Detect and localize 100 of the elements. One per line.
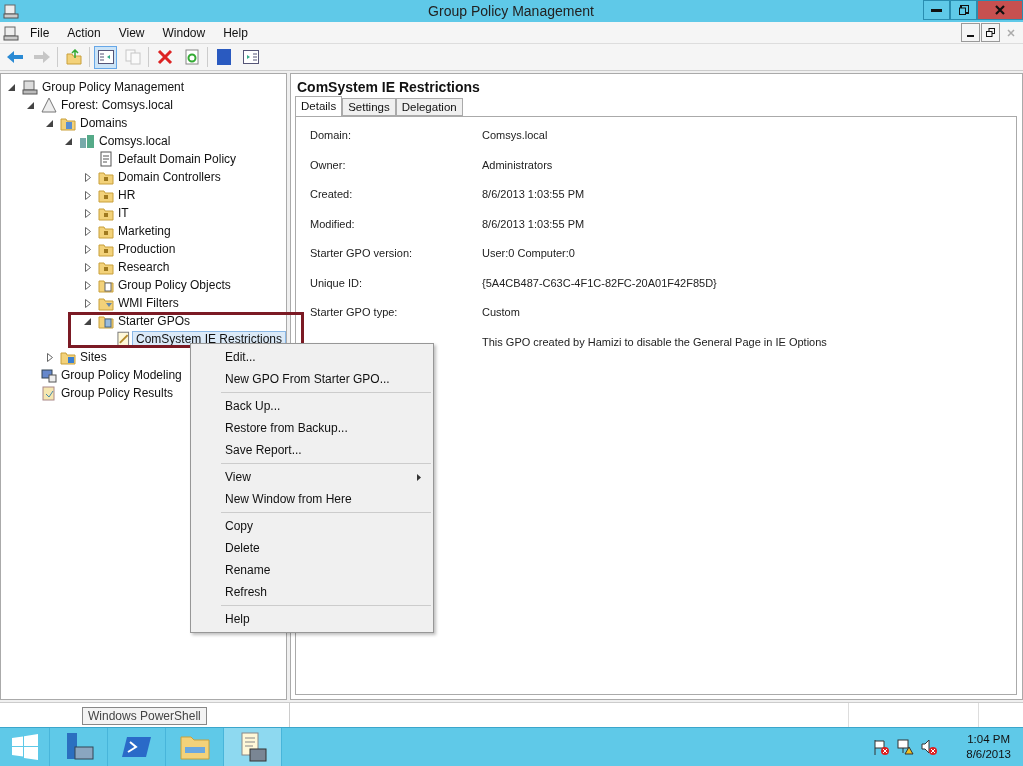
close-icon: [1006, 28, 1015, 37]
field-label: Starter GPO type:: [310, 306, 398, 318]
flag-icon: [872, 738, 891, 756]
refresh-icon: [183, 49, 200, 65]
folder-icon: [178, 733, 211, 761]
tree-item[interactable]: Marketing: [114, 223, 175, 239]
expand-arrow-icon[interactable]: [46, 352, 53, 362]
tree-item[interactable]: Default Domain Policy: [114, 151, 241, 167]
menu-item[interactable]: Refresh: [193, 581, 431, 603]
tree-item[interactable]: Group Policy Results: [57, 385, 178, 401]
collapse-arrow-icon[interactable]: [46, 119, 53, 127]
document-icon: [41, 385, 57, 401]
computer-icon: [41, 367, 57, 383]
back-arrow-icon: [5, 50, 24, 64]
tree-item[interactable]: Domains: [76, 115, 132, 131]
close-button[interactable]: [977, 0, 1023, 20]
menu-item[interactable]: Delete: [193, 537, 431, 559]
expand-arrow-icon[interactable]: [84, 226, 91, 236]
field-value: Custom: [482, 306, 520, 318]
tree-item[interactable]: Forest: Comsys.local: [57, 97, 178, 113]
collapse-arrow-icon[interactable]: [8, 83, 15, 91]
menu-item[interactable]: Rename: [193, 559, 431, 581]
menu-item[interactable]: File: [21, 25, 59, 40]
collapse-arrow-icon[interactable]: [65, 137, 72, 145]
copy-icon: [124, 49, 141, 65]
speaker-icon: [920, 738, 939, 756]
collapse-arrow-icon[interactable]: [84, 317, 91, 325]
tree-item[interactable]: Domain Controllers: [114, 169, 225, 185]
delete-icon: [156, 49, 173, 65]
restore-button[interactable]: [950, 0, 977, 20]
folder-icon: [98, 169, 114, 185]
tree-item[interactable]: Starter GPOs: [114, 313, 195, 329]
field-value: User:0 Computer:0: [482, 247, 575, 259]
tooltip: Windows PowerShell: [82, 707, 207, 725]
tree-item[interactable]: Group Policy Objects: [114, 277, 235, 293]
pane-title: ComSystem IE Restrictions: [296, 78, 481, 95]
menu-item[interactable]: Help: [214, 25, 257, 40]
menu-item[interactable]: Window: [153, 25, 215, 40]
restore-icon: [958, 5, 969, 15]
menu-item[interactable]: Edit...: [193, 346, 431, 368]
expand-arrow-icon[interactable]: [84, 280, 91, 290]
expand-arrow-icon[interactable]: [84, 262, 91, 272]
tree-pane-icon: [97, 50, 114, 64]
tree-item[interactable]: HR: [114, 187, 140, 203]
folder-icon: [98, 277, 114, 293]
field-value: This GPO created by Hamizi to disable the General Page in IE Options: [482, 335, 827, 348]
window-title: Group Policy Management: [428, 3, 594, 19]
clock-date: 8/6/2013: [966, 747, 1011, 762]
taskbar-app[interactable]: [224, 728, 282, 766]
expand-arrow-icon[interactable]: [84, 208, 91, 218]
restore-button[interactable]: [981, 23, 1000, 42]
menu-item[interactable]: Action: [58, 25, 110, 40]
menu-item[interactable]: Back Up...: [193, 395, 431, 417]
tab[interactable]: Details: [295, 96, 343, 116]
tree-item[interactable]: Sites: [76, 349, 111, 365]
expand-arrow-icon[interactable]: [84, 190, 91, 200]
tree-item[interactable]: IT: [114, 205, 133, 221]
collapse-arrow-icon[interactable]: [27, 101, 34, 109]
menu-item[interactable]: Save Report...: [193, 439, 431, 461]
expand-arrow-icon[interactable]: [84, 298, 91, 308]
terminal-icon: [121, 735, 152, 759]
menu-item[interactable]: Help: [193, 608, 431, 630]
menu-item[interactable]: New Window from Here: [193, 488, 431, 510]
folder-icon: [98, 313, 114, 329]
tree-item[interactable]: Comsys.local: [95, 133, 175, 149]
network-icon: [896, 738, 915, 756]
field-value: 8/6/2013 1:03:55 PM: [482, 217, 585, 230]
forward-arrow-icon: [32, 50, 51, 64]
tab[interactable]: Delegation: [395, 98, 463, 116]
tree-item[interactable]: Production: [114, 241, 180, 257]
minimize-button[interactable]: [961, 23, 980, 42]
field-label: Owner:: [310, 158, 346, 171]
menu-item[interactable]: View: [109, 25, 154, 40]
close-icon: [995, 5, 1005, 15]
tree-item[interactable]: Research: [114, 259, 174, 275]
tree-item[interactable]: Group Policy Management: [38, 79, 189, 95]
folder-icon: [98, 205, 114, 221]
console-icon: [22, 79, 38, 95]
folder-icon: [98, 223, 114, 239]
folder-icon: [98, 259, 114, 275]
minimize-button[interactable]: [923, 0, 950, 20]
console-icon: [3, 3, 19, 19]
document-icon: [98, 151, 114, 167]
menu-item[interactable]: View: [193, 466, 431, 488]
field-label: Created:: [310, 188, 353, 200]
menu-item[interactable]: Copy: [193, 515, 431, 537]
tree-item[interactable]: WMI Filters: [114, 295, 183, 311]
folder-icon: [98, 187, 114, 203]
menu-item[interactable]: Restore from Backup...: [193, 417, 431, 439]
tab[interactable]: Settings: [342, 98, 396, 116]
field-label: Domain:: [310, 129, 351, 141]
menu-item[interactable]: New GPO From Starter GPO...: [193, 368, 431, 390]
windows-icon: [11, 734, 38, 760]
minimize-icon: [967, 35, 974, 37]
toolbar-button[interactable]: [94, 45, 117, 69]
action-pane-icon: [242, 50, 259, 64]
expand-arrow-icon[interactable]: [84, 172, 91, 182]
tree-item[interactable]: Group Policy Modeling: [57, 367, 186, 383]
triangle-icon: [41, 97, 57, 113]
expand-arrow-icon[interactable]: [84, 244, 91, 254]
